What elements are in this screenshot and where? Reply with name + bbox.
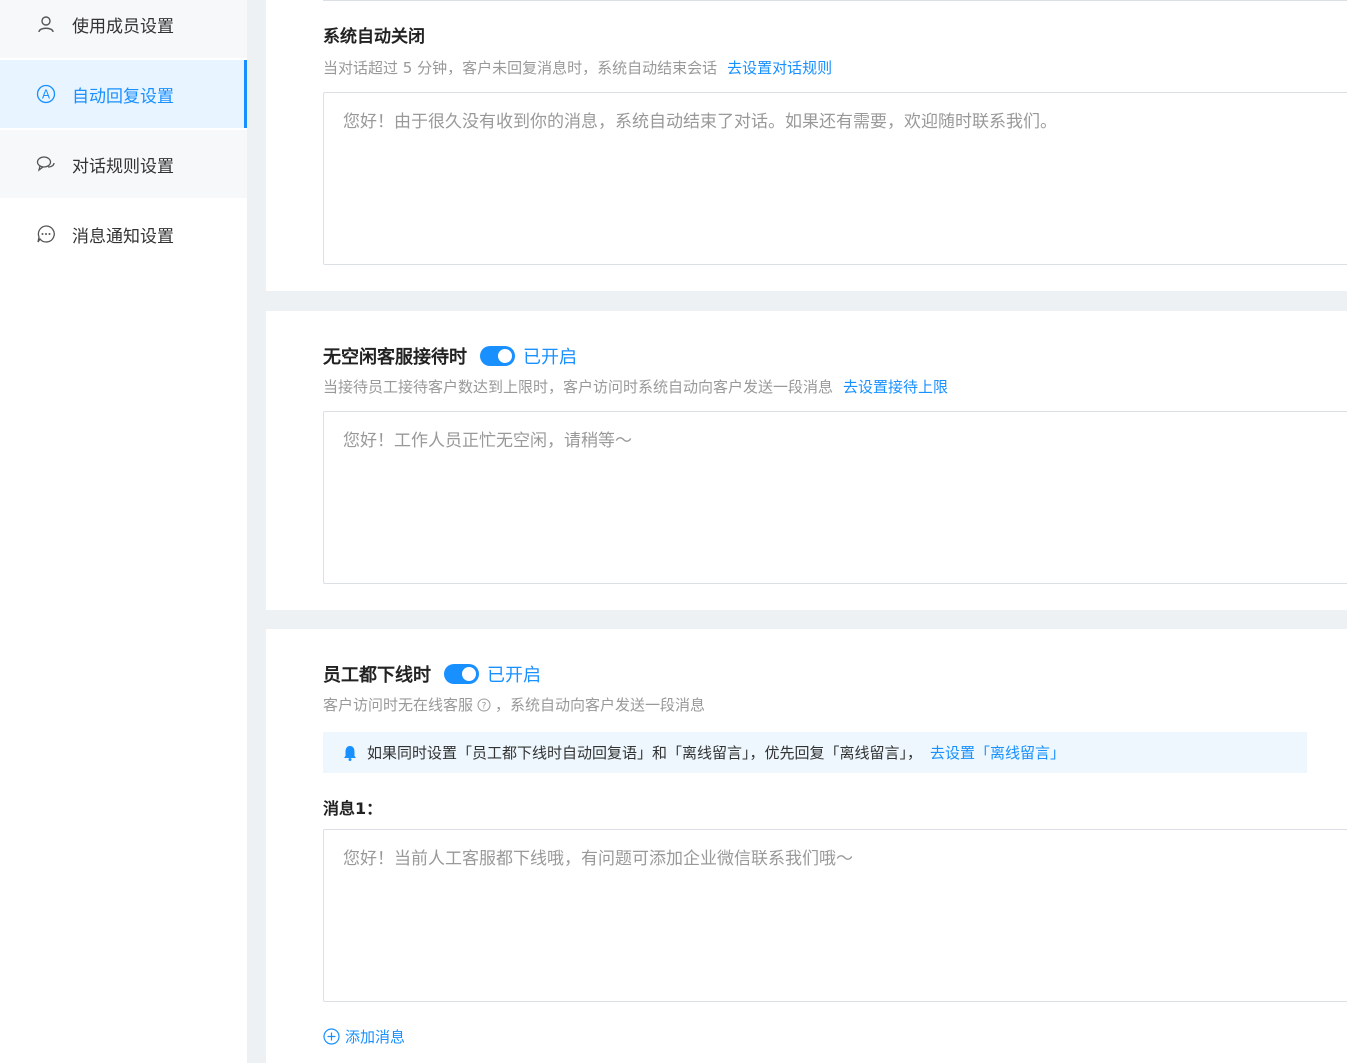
offline-title: 员工都下线时: [323, 665, 431, 686]
sidebar-item-label: 使用成员设置: [72, 16, 174, 37]
svg-text:A: A: [42, 88, 51, 102]
auto-close-desc: 当对话超过 5 分钟，客户未回复消息时，系统自动结束会话 去设置对话规则: [323, 57, 832, 78]
bell-icon: [343, 745, 357, 761]
sidebar-item-label: 消息通知设置: [72, 226, 174, 247]
offline-desc: 客户访问时无在线客服 ? ，系统自动向客户发送一段消息: [323, 694, 705, 715]
sidebar-item-chat-rules[interactable]: 对话规则设置: [0, 130, 247, 198]
sidebar-item-label: 自动回复设置: [72, 86, 174, 107]
offline-notice: 如果同时设置「员工都下线时自动回复语」和「离线留言」，优先回复「离线留言」， 去…: [323, 732, 1307, 773]
go-chat-rules-link[interactable]: 去设置对话规则: [727, 59, 832, 77]
no-idle-toggle[interactable]: [480, 346, 515, 366]
no-idle-panel: 无空闲客服接待时 已开启 当接待员工接待客户数达到上限时，客户访问时系统自动向客…: [266, 311, 1347, 610]
offline-toggle-label: 已开启: [487, 665, 541, 686]
help-circle-icon[interactable]: ?: [477, 698, 491, 712]
sidebar-item-auto-reply[interactable]: A 自动回复设置: [0, 60, 247, 128]
no-idle-message-input[interactable]: [323, 411, 1347, 584]
message-dots-icon: [36, 224, 56, 244]
notice-text: 如果同时设置「员工都下线时自动回复语」和「离线留言」，优先回复「离线留言」，: [367, 744, 923, 762]
auto-close-desc-text: 当对话超过 5 分钟，客户未回复消息时，系统自动结束会话: [323, 59, 718, 77]
sidebar-item-notifications[interactable]: 消息通知设置: [0, 200, 247, 268]
auto-close-title: 系统自动关闭: [323, 27, 425, 47]
offline-toggle[interactable]: [444, 664, 479, 684]
message-1-label: 消息1：: [323, 799, 383, 818]
offline-desc-prefix: 客户访问时无在线客服: [323, 696, 474, 714]
previous-textbox-edge: [323, 0, 1347, 3]
sidebar-item-label: 对话规则设置: [72, 156, 174, 177]
no-idle-title-row: 无空闲客服接待时 已开启: [323, 343, 577, 369]
auto-close-message-input[interactable]: [323, 92, 1347, 265]
user-icon: [36, 14, 56, 34]
add-message-button[interactable]: 添加消息: [323, 1026, 405, 1047]
chat-bubbles-icon: [36, 154, 56, 174]
sidebar-item-members[interactable]: 使用成员设置: [0, 0, 247, 58]
plus-circle-icon: [323, 1028, 340, 1045]
go-offline-message-link[interactable]: 去设置「离线留言」: [930, 742, 1065, 763]
auto-reply-icon: A: [36, 84, 56, 104]
no-idle-desc-text: 当接待员工接待客户数达到上限时，客户访问时系统自动向客户发送一段消息: [323, 378, 834, 396]
no-idle-toggle-label: 已开启: [523, 347, 577, 368]
auto-close-panel: 系统自动关闭 当对话超过 5 分钟，客户未回复消息时，系统自动结束会话 去设置对话…: [266, 0, 1347, 291]
add-message-label: 添加消息: [345, 1028, 406, 1046]
offline-panel: 员工都下线时 已开启 客户访问时无在线客服 ? ，系统自动向客户发送一段消息 如…: [266, 629, 1347, 1063]
offline-desc-suffix: ，系统自动向客户发送一段消息: [495, 696, 706, 714]
svg-text:?: ?: [482, 701, 487, 711]
no-idle-title: 无空闲客服接待时: [323, 347, 467, 368]
sidebar: 使用成员设置 A 自动回复设置 对话规则设置 消息通知设置: [0, 0, 247, 1063]
offline-title-row: 员工都下线时 已开启: [323, 661, 541, 687]
offline-message-input[interactable]: [323, 829, 1347, 1002]
no-idle-desc: 当接待员工接待客户数达到上限时，客户访问时系统自动向客户发送一段消息 去设置接待上…: [323, 376, 948, 397]
go-reception-limit-link[interactable]: 去设置接待上限: [843, 378, 948, 396]
